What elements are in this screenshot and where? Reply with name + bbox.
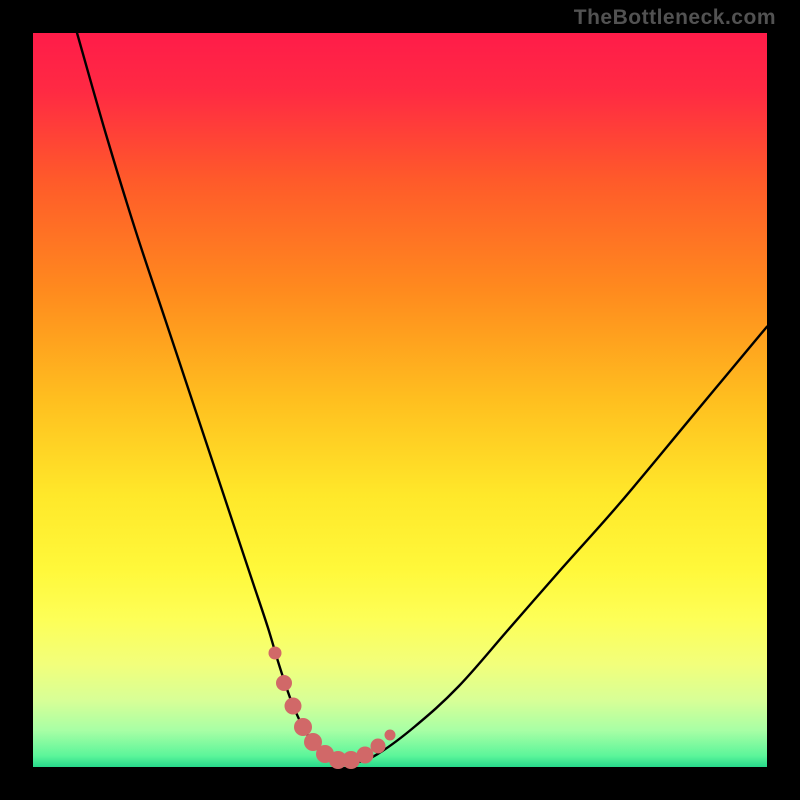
- watermark-text: TheBottleneck.com: [574, 6, 776, 30]
- bottleneck-curve: [77, 33, 767, 764]
- highlight-marker: [385, 730, 396, 741]
- highlight-marker: [276, 675, 292, 691]
- chart-svg: [33, 33, 767, 767]
- plot-area: [33, 33, 767, 767]
- highlight-marker: [284, 698, 301, 715]
- highlight-marker: [370, 738, 385, 753]
- chart-frame: TheBottleneck.com: [0, 0, 800, 800]
- highlight-marker: [269, 647, 282, 660]
